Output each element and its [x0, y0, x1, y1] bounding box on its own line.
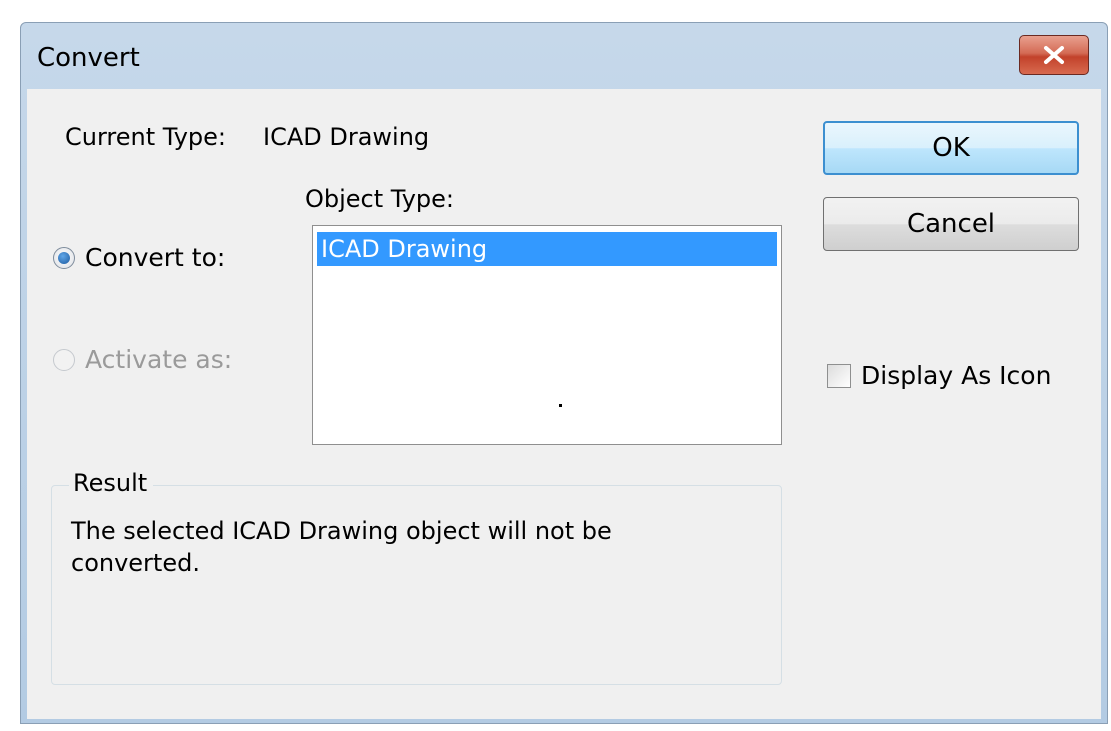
- display-as-icon-option[interactable]: Display As Icon: [827, 361, 1051, 390]
- display-as-icon-label: Display As Icon: [861, 361, 1052, 390]
- activate-as-label: Activate as:: [85, 345, 233, 374]
- object-type-list-item[interactable]: ICAD Drawing: [317, 232, 777, 266]
- object-type-label: Object Type:: [305, 185, 455, 213]
- dialog-client-area: Current Type: ICAD Drawing Object Type: …: [27, 89, 1101, 719]
- title-bar[interactable]: Convert: [21, 23, 1107, 89]
- display-as-icon-checkbox[interactable]: [827, 363, 851, 388]
- cancel-button[interactable]: Cancel: [823, 197, 1079, 251]
- object-type-listbox[interactable]: ICAD Drawing: [312, 225, 782, 445]
- activate-as-radio-option: Activate as:: [53, 345, 232, 374]
- result-label: Result: [69, 469, 154, 497]
- convert-to-radio-option[interactable]: Convert to:: [53, 243, 225, 272]
- result-text: The selected ICAD Drawing object will no…: [71, 517, 612, 577]
- activate-as-radio: [53, 348, 75, 371]
- current-type-label: Current Type:: [65, 123, 226, 151]
- close-button[interactable]: [1019, 35, 1089, 75]
- dialog-title: Convert: [37, 43, 140, 73]
- current-type-value: ICAD Drawing: [263, 123, 430, 151]
- ok-button[interactable]: OK: [823, 121, 1079, 175]
- convert-to-radio[interactable]: [53, 246, 75, 269]
- convert-to-label: Convert to:: [85, 243, 226, 272]
- list-dot: [559, 404, 562, 407]
- close-icon: [1044, 46, 1064, 64]
- convert-dialog: Convert Current Type: ICAD Drawing Objec…: [20, 22, 1108, 724]
